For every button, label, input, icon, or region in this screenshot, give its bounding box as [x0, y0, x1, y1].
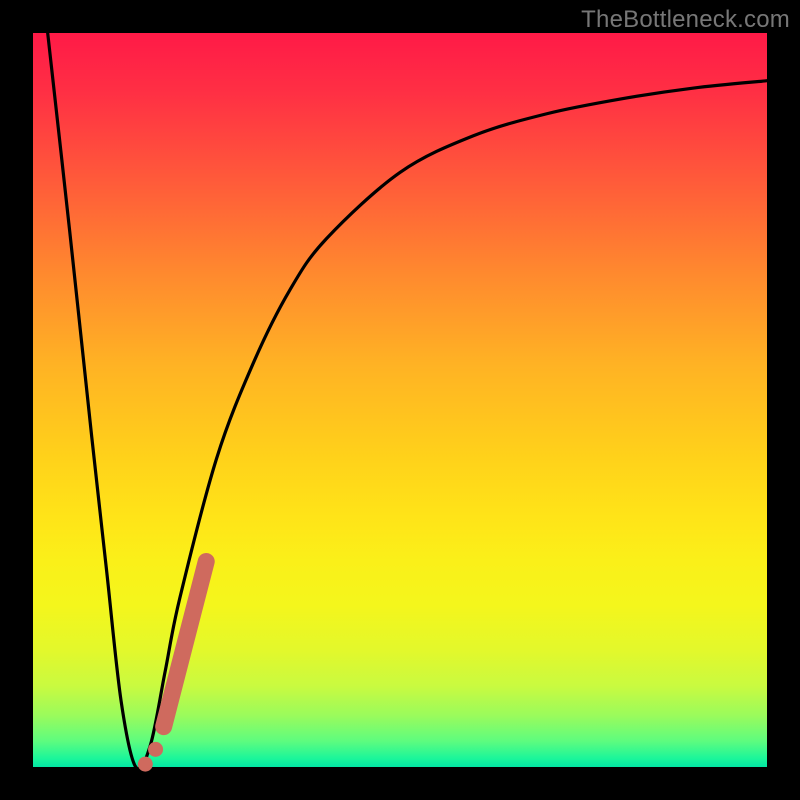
chart-plot-area — [33, 33, 767, 767]
marker-dot — [138, 757, 153, 772]
marker-dot — [148, 742, 163, 757]
chart-frame: TheBottleneck.com — [0, 0, 800, 800]
chart-markers — [138, 561, 206, 771]
chart-svg — [33, 33, 767, 767]
bottleneck-curve — [48, 33, 767, 769]
watermark-text: TheBottleneck.com — [581, 6, 790, 34]
